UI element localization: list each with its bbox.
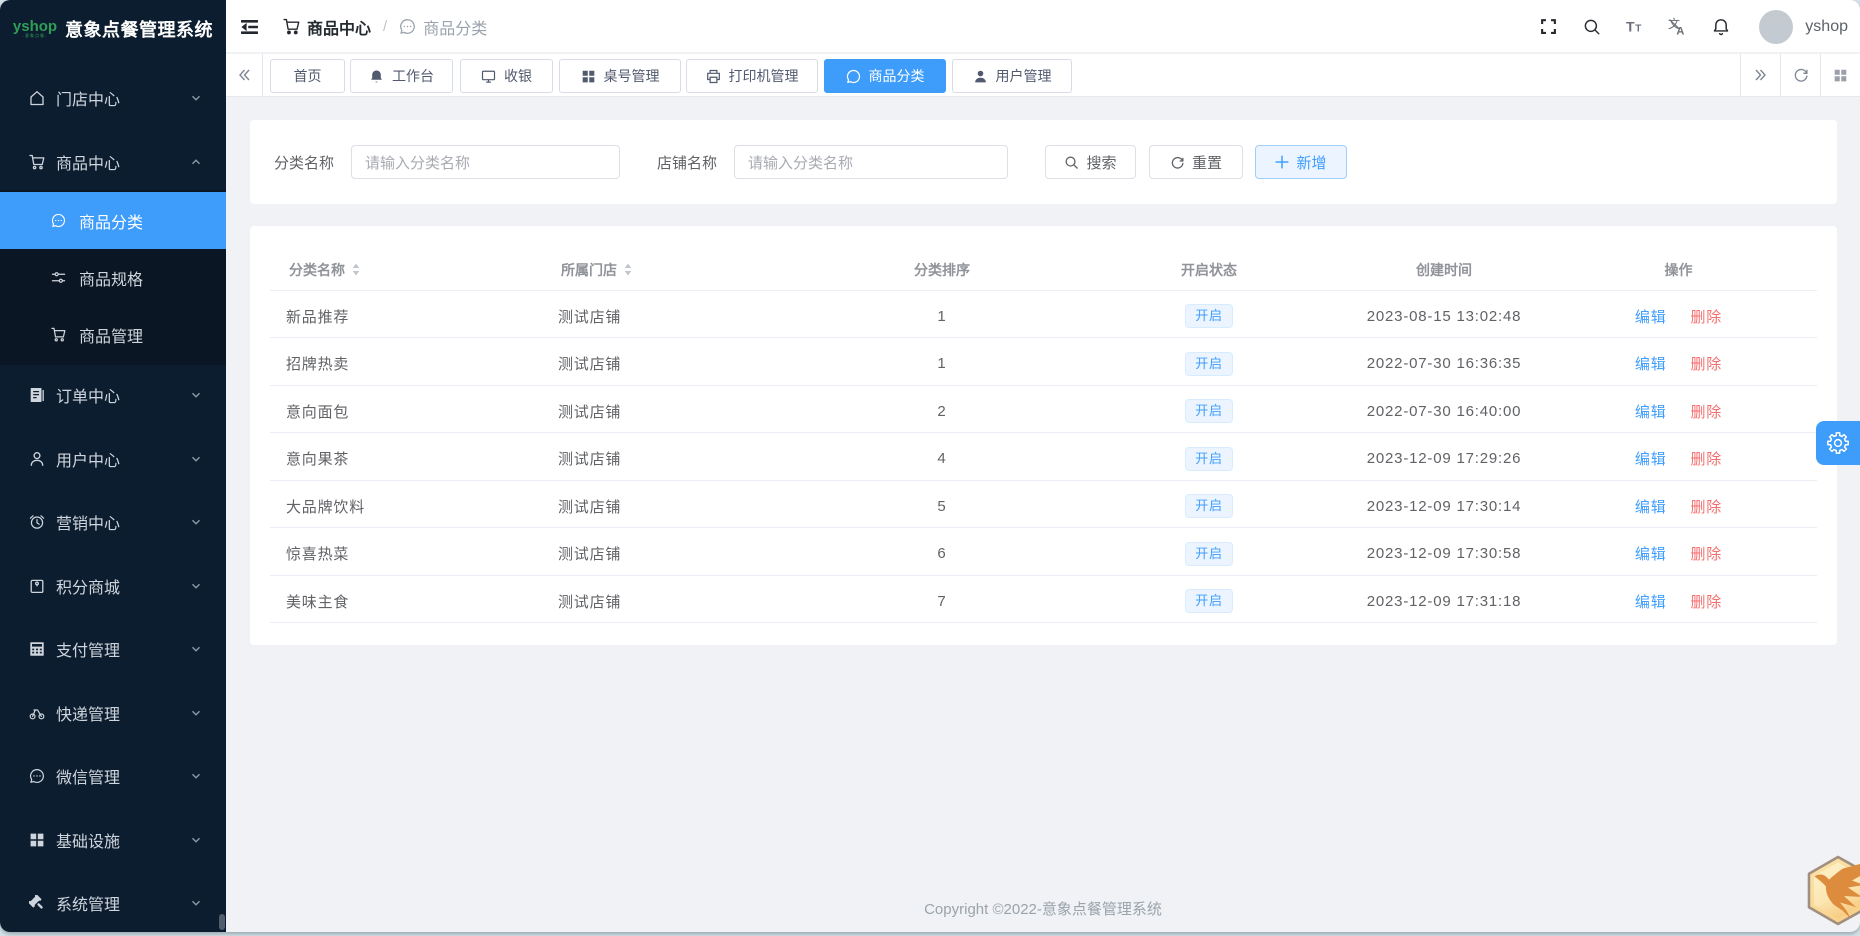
svg-text:T: T [1635,23,1641,34]
svg-text:T: T [1626,18,1635,34]
